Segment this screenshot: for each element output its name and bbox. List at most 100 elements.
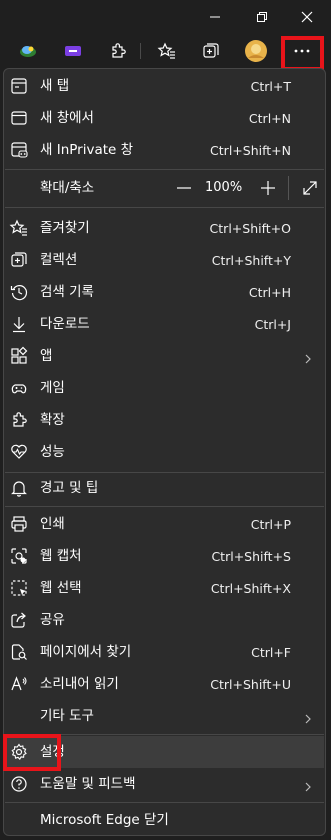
menu-item-zoom: 확대/축소 100% bbox=[5, 172, 324, 204]
menu-item-web-select[interactable]: 웹 선택 Ctrl+Shift+X bbox=[5, 572, 324, 604]
settings-and-more-menu: 새 탭 Ctrl+T 새 창에서 Ctrl+N 새 InPrivate 창 Ct… bbox=[3, 68, 326, 836]
menu-item-favorites[interactable]: 즐겨찾기 Ctrl+Shift+O bbox=[5, 212, 324, 244]
menu-divider bbox=[5, 802, 324, 803]
history-icon bbox=[9, 282, 29, 302]
menu-item-label: 인쇄 bbox=[40, 516, 65, 532]
menu-item-label: 게임 bbox=[40, 380, 65, 396]
new-tab-icon bbox=[9, 76, 29, 96]
puzzle-icon bbox=[112, 43, 126, 58]
favorites-button[interactable] bbox=[153, 37, 181, 65]
menu-item-label: 웹 캡처 bbox=[40, 548, 82, 564]
title-bar bbox=[0, 0, 331, 34]
menu-item-label: 새 탭 bbox=[40, 78, 70, 94]
menu-item-print[interactable]: 인쇄 Ctrl+P bbox=[5, 508, 324, 540]
extension-purple-button[interactable] bbox=[59, 37, 87, 65]
puzzle-icon bbox=[9, 410, 29, 430]
menu-item-new-tab[interactable]: 새 탭 Ctrl+T bbox=[5, 70, 324, 102]
purple-extension-icon bbox=[65, 46, 81, 56]
menu-item-settings[interactable]: 설정 bbox=[5, 736, 324, 768]
toolbar-divider bbox=[140, 43, 141, 59]
menu-item-shortcut: Ctrl+H bbox=[248, 285, 291, 300]
favorites-icon bbox=[9, 218, 29, 238]
bell-icon bbox=[9, 478, 29, 498]
menu-item-history[interactable]: 검색 기록 Ctrl+H bbox=[5, 276, 324, 308]
menu-item-shortcut: Ctrl+Shift+U bbox=[210, 677, 291, 692]
menu-item-help-feedback[interactable]: 도움말 및 피드백 bbox=[5, 768, 324, 800]
restore-icon bbox=[257, 12, 267, 22]
menu-item-label: 성능 bbox=[40, 444, 65, 460]
zoom-out-button[interactable] bbox=[175, 180, 193, 196]
menu-item-label: 검색 기록 bbox=[40, 284, 94, 300]
gear-icon bbox=[9, 742, 29, 762]
menu-item-shortcut: Ctrl+Shift+O bbox=[209, 221, 291, 236]
collections-icon bbox=[203, 43, 219, 58]
menu-divider bbox=[5, 207, 324, 208]
menu-item-label: 경고 및 팁 bbox=[40, 480, 99, 496]
menu-item-performance[interactable]: 성능 bbox=[5, 436, 324, 468]
menu-item-shortcut: Ctrl+N bbox=[248, 111, 291, 126]
menu-item-apps[interactable]: 앱 bbox=[5, 340, 324, 372]
menu-divider bbox=[5, 506, 324, 507]
menu-item-label: 컬렉션 bbox=[40, 252, 78, 268]
menu-item-label: 소리내어 읽기 bbox=[40, 676, 119, 692]
minimize-button[interactable] bbox=[201, 6, 229, 28]
chevron-right-icon bbox=[302, 778, 314, 792]
web-select-icon bbox=[9, 578, 29, 598]
profile-avatar bbox=[245, 40, 267, 62]
menu-item-shortcut: Ctrl+J bbox=[254, 317, 291, 332]
read-aloud-icon bbox=[9, 674, 29, 694]
zoom-label: 확대/축소 bbox=[40, 180, 95, 196]
fullscreen-button[interactable] bbox=[300, 178, 320, 198]
minimize-icon bbox=[210, 16, 220, 18]
games-icon bbox=[9, 378, 29, 398]
more-options-icon bbox=[294, 49, 310, 53]
favorites-star-icon bbox=[157, 42, 175, 59]
menu-item-label: 기타 도구 bbox=[40, 708, 94, 724]
menu-item-new-inprivate[interactable]: 새 InPrivate 창 Ctrl+Shift+N bbox=[5, 134, 324, 166]
inprivate-icon bbox=[9, 140, 29, 160]
restore-button[interactable] bbox=[248, 6, 276, 28]
menu-item-alerts[interactable]: 경고 및 팁 bbox=[5, 472, 324, 504]
menu-item-shortcut: Ctrl+Shift+X bbox=[210, 581, 291, 596]
menu-item-shortcut: Ctrl+Shift+Y bbox=[211, 253, 291, 268]
chevron-right-icon bbox=[302, 350, 314, 364]
menu-item-label: 새 창에서 bbox=[40, 110, 94, 126]
new-window-icon bbox=[9, 108, 29, 128]
menu-item-web-capture[interactable]: 웹 캡처 Ctrl+Shift+S bbox=[5, 540, 324, 572]
menu-item-downloads[interactable]: 다운로드 Ctrl+J bbox=[5, 308, 324, 340]
menu-item-label: 다운로드 bbox=[40, 316, 90, 332]
fullscreen-icon bbox=[303, 181, 317, 195]
menu-item-label: 즐겨찾기 bbox=[40, 220, 90, 236]
profile-button[interactable] bbox=[242, 37, 270, 65]
chevron-right-icon bbox=[302, 710, 314, 724]
menu-item-label: 확장 bbox=[40, 412, 65, 428]
collections-icon bbox=[9, 250, 29, 270]
menu-divider bbox=[5, 734, 324, 735]
menu-item-shortcut: Ctrl+Shift+S bbox=[211, 549, 291, 564]
extension-globe-button[interactable] bbox=[14, 37, 42, 65]
menu-item-read-aloud[interactable]: 소리내어 읽기 Ctrl+Shift+U bbox=[5, 668, 324, 700]
menu-item-shortcut: Ctrl+T bbox=[250, 79, 291, 94]
menu-item-close-edge[interactable]: Microsoft Edge 닫기 bbox=[5, 804, 324, 836]
zoom-in-button[interactable] bbox=[258, 178, 278, 198]
menu-item-share[interactable]: 공유 bbox=[5, 604, 324, 636]
globe-extension-icon bbox=[20, 46, 36, 57]
menu-item-new-window[interactable]: 새 창에서 Ctrl+N bbox=[5, 102, 324, 134]
plus-icon bbox=[261, 181, 275, 195]
extensions-button[interactable] bbox=[104, 37, 132, 65]
menu-item-shortcut: Ctrl+P bbox=[250, 517, 291, 532]
close-window-button[interactable] bbox=[293, 6, 321, 28]
menu-item-extensions[interactable]: 확장 bbox=[5, 404, 324, 436]
menu-item-label: 페이지에서 찾기 bbox=[40, 644, 132, 660]
menu-item-shortcut: Ctrl+Shift+N bbox=[210, 143, 291, 158]
menu-item-collections[interactable]: 컬렉션 Ctrl+Shift+Y bbox=[5, 244, 324, 276]
collections-button[interactable] bbox=[197, 37, 225, 65]
apps-icon bbox=[9, 346, 29, 366]
menu-item-more-tools[interactable]: 기타 도구 bbox=[5, 700, 324, 732]
menu-item-games[interactable]: 게임 bbox=[5, 372, 324, 404]
zoom-value: 100% bbox=[205, 180, 243, 195]
menu-item-find-on-page[interactable]: 페이지에서 찾기 Ctrl+F bbox=[5, 636, 324, 668]
web-capture-icon bbox=[9, 546, 29, 566]
close-icon bbox=[301, 11, 313, 23]
more-options-button[interactable] bbox=[288, 37, 316, 65]
